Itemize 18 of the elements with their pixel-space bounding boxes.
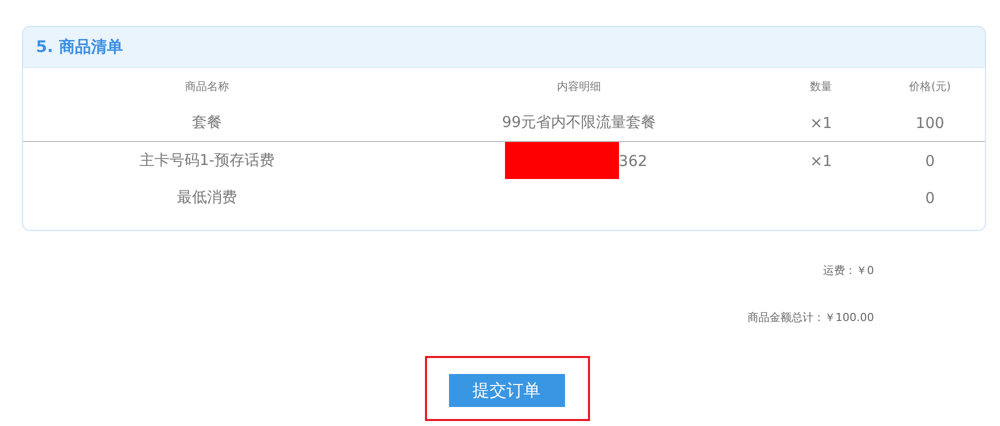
order-total: 商品金额总计：￥100.00 bbox=[748, 310, 874, 325]
column-header: 价格(元) bbox=[908, 78, 952, 94]
table-cell: 0 bbox=[925, 188, 935, 206]
column-header: 内容明细 bbox=[556, 78, 602, 94]
table-cell-text: 主卡号码1-预存话费 bbox=[138, 150, 276, 171]
submit-order-button[interactable]: 提交订单 bbox=[448, 374, 564, 407]
table-cell-text: 最低消费 bbox=[176, 187, 238, 208]
table-cell: ×1 bbox=[810, 152, 832, 170]
section-title: 5. 商品清单 bbox=[36, 36, 123, 58]
column-header: 数量 bbox=[809, 78, 833, 94]
table-cell: 0 bbox=[925, 152, 935, 170]
shipping-fee: 运费：￥0 bbox=[823, 263, 874, 278]
table-cell-text: 套餐 bbox=[191, 112, 223, 133]
table-cell: 362 bbox=[618, 152, 648, 170]
table-cell: 100 bbox=[916, 114, 944, 132]
column-header: 商品名称 bbox=[184, 78, 230, 94]
table-cell: ×1 bbox=[810, 114, 832, 132]
table-cell: 99元省内不限流量套餐 bbox=[502, 113, 656, 132]
